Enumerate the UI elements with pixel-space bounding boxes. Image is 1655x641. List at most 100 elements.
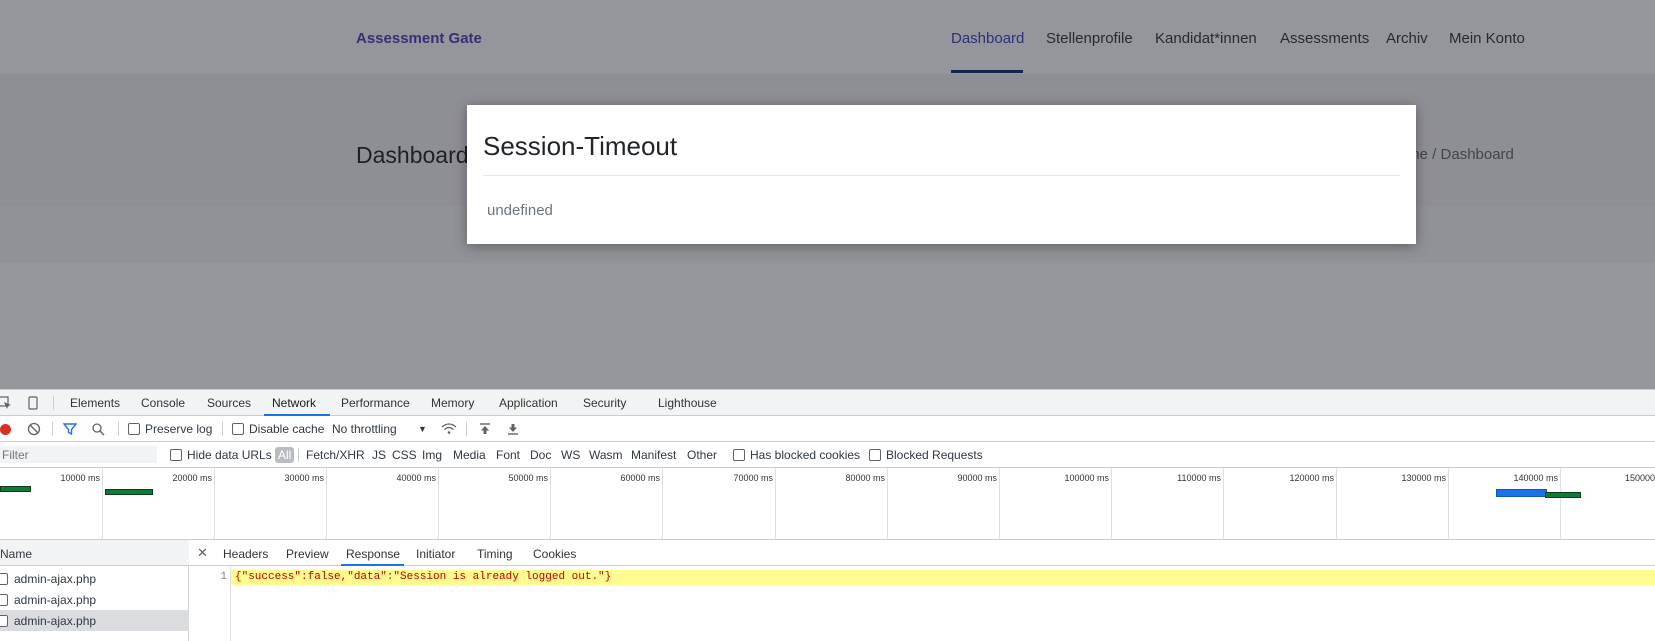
name-header-label: Name — [0, 547, 33, 561]
toolbar-separator — [222, 422, 223, 436]
line-number: 1 — [220, 571, 227, 583]
tab-network[interactable]: Network — [272, 396, 316, 410]
timeline-gridline — [102, 468, 103, 539]
tab-lighthouse[interactable]: Lighthouse — [658, 396, 717, 410]
type-filter-css[interactable]: CSS — [392, 448, 417, 462]
detail-tab-initiator[interactable]: Initiator — [416, 547, 455, 561]
timeline-tick-label: 90000 ms — [957, 473, 997, 483]
timeline-gridline — [662, 468, 663, 539]
modal-title: Session-Timeout — [483, 131, 678, 161]
chevron-down-icon[interactable]: ▼ — [418, 424, 427, 434]
hide-data-urls-checkbox[interactable] — [170, 449, 182, 461]
request-name: admin-ajax.php — [14, 572, 97, 586]
tab-elements[interactable]: Elements — [70, 396, 120, 410]
timeline-gridline — [1560, 468, 1561, 539]
preserve-log-label[interactable]: Preserve log — [145, 422, 212, 436]
detail-tab-headers[interactable]: Headers — [223, 547, 268, 561]
response-body-text: {"success":false,"data":"Session is alre… — [235, 571, 612, 583]
type-filter-font[interactable]: Font — [496, 448, 520, 462]
timeline-tick-label: 30000 ms — [284, 473, 324, 483]
timeline-tick-label: 20000 ms — [172, 473, 212, 483]
type-filter-doc[interactable]: Doc — [530, 448, 551, 462]
timeline-tick-label: 40000 ms — [396, 473, 436, 483]
timeline-gridline — [1111, 468, 1112, 539]
timeline-request-bar — [105, 489, 153, 495]
request-row-selected[interactable]: admin-ajax.php — [0, 610, 189, 631]
request-name: admin-ajax.php — [14, 614, 97, 628]
session-timeout-modal: Session-Timeout undefined — [467, 105, 1416, 244]
filter-icon[interactable] — [62, 422, 78, 436]
modal-divider — [483, 175, 1400, 176]
inspect-element-icon[interactable] — [0, 396, 12, 410]
request-checkbox[interactable] — [0, 615, 8, 627]
timeline-tick-label: 120000 ms — [1289, 473, 1334, 483]
timeline-request-bar — [0, 486, 31, 492]
detail-tab-timing[interactable]: Timing — [477, 547, 513, 561]
upload-icon[interactable] — [478, 422, 492, 436]
type-filter-ws[interactable]: WS — [561, 448, 580, 462]
detail-tab-response[interactable]: Response — [346, 547, 400, 561]
blocked-requests-label[interactable]: Blocked Requests — [886, 448, 983, 462]
tab-application[interactable]: Application — [499, 396, 558, 410]
network-overview-timeline[interactable]: 10000 ms 20000 ms 30000 ms 40000 ms 5000… — [0, 468, 1655, 540]
request-row[interactable]: admin-ajax.php — [0, 568, 189, 589]
type-filter-other[interactable]: Other — [687, 448, 717, 462]
timeline-gridline — [1223, 468, 1224, 539]
search-icon[interactable] — [91, 422, 105, 436]
filterbar-separator — [298, 448, 299, 462]
timeline-tick-label: 80000 ms — [845, 473, 885, 483]
close-icon[interactable]: ✕ — [197, 545, 208, 561]
type-filter-manifest[interactable]: Manifest — [631, 448, 676, 462]
tab-memory[interactable]: Memory — [431, 396, 474, 410]
network-conditions-icon[interactable] — [441, 422, 457, 436]
preserve-log-checkbox[interactable] — [128, 423, 140, 435]
type-filter-js[interactable]: JS — [372, 448, 386, 462]
blocked-requests-checkbox[interactable] — [869, 449, 881, 461]
detail-tabbar: ✕ Headers Preview Response Initiator Tim… — [189, 540, 1655, 566]
request-checkbox[interactable] — [0, 594, 8, 606]
timeline-request-bar — [1496, 489, 1547, 497]
timeline-tick-label: 70000 ms — [733, 473, 773, 483]
throttling-select[interactable]: No throttling — [332, 422, 397, 436]
filter-input[interactable] — [0, 446, 157, 463]
detail-tab-cookies[interactable]: Cookies — [533, 547, 576, 561]
device-toolbar-icon[interactable] — [26, 396, 40, 410]
tab-sources[interactable]: Sources — [207, 396, 251, 410]
toolbar-separator — [52, 422, 53, 436]
timeline-tick-label: 100000 ms — [1064, 473, 1109, 483]
clear-icon[interactable] — [27, 422, 41, 436]
request-name: admin-ajax.php — [14, 593, 97, 607]
timeline-gridline — [438, 468, 439, 539]
tab-performance[interactable]: Performance — [341, 396, 410, 410]
type-filter-wasm[interactable]: Wasm — [589, 448, 623, 462]
type-filter-media[interactable]: Media — [453, 448, 486, 462]
type-filter-img[interactable]: Img — [422, 448, 442, 462]
timeline-tick-label: 130000 ms — [1401, 473, 1446, 483]
tab-console[interactable]: Console — [141, 396, 185, 410]
tabbar-separator — [53, 396, 54, 410]
type-filter-fetch-xhr[interactable]: Fetch/XHR — [306, 448, 365, 462]
tab-security[interactable]: Security — [583, 396, 626, 410]
timeline-gridline — [326, 468, 327, 539]
detail-tab-preview[interactable]: Preview — [286, 547, 329, 561]
request-row[interactable]: admin-ajax.php — [0, 589, 189, 610]
disable-cache-checkbox[interactable] — [232, 423, 244, 435]
has-blocked-cookies-label[interactable]: Has blocked cookies — [750, 448, 860, 462]
timeline-tick-label: 50000 ms — [508, 473, 548, 483]
network-filterbar: Hide data URLs All Fetch/XHR JS CSS Img … — [0, 442, 1655, 468]
request-list: Name admin-ajax.php admin-ajax.php admin… — [0, 540, 189, 641]
hide-data-urls-label[interactable]: Hide data URLs — [187, 448, 272, 462]
type-filter-all[interactable]: All — [275, 447, 295, 463]
timeline-gridline — [1336, 468, 1337, 539]
name-column-header[interactable]: Name — [0, 540, 189, 566]
disable-cache-label[interactable]: Disable cache — [249, 422, 324, 436]
timeline-tick-label: 60000 ms — [620, 473, 660, 483]
has-blocked-cookies-checkbox[interactable] — [733, 449, 745, 461]
download-icon[interactable] — [506, 422, 520, 436]
response-line[interactable]: {"success":false,"data":"Session is alre… — [231, 570, 1655, 585]
timeline-gridline — [887, 468, 888, 539]
record-icon[interactable] — [0, 424, 11, 435]
timeline-gridline — [550, 468, 551, 539]
request-checkbox[interactable] — [0, 573, 8, 585]
timeline-tick-label: 110000 ms — [1177, 473, 1221, 483]
